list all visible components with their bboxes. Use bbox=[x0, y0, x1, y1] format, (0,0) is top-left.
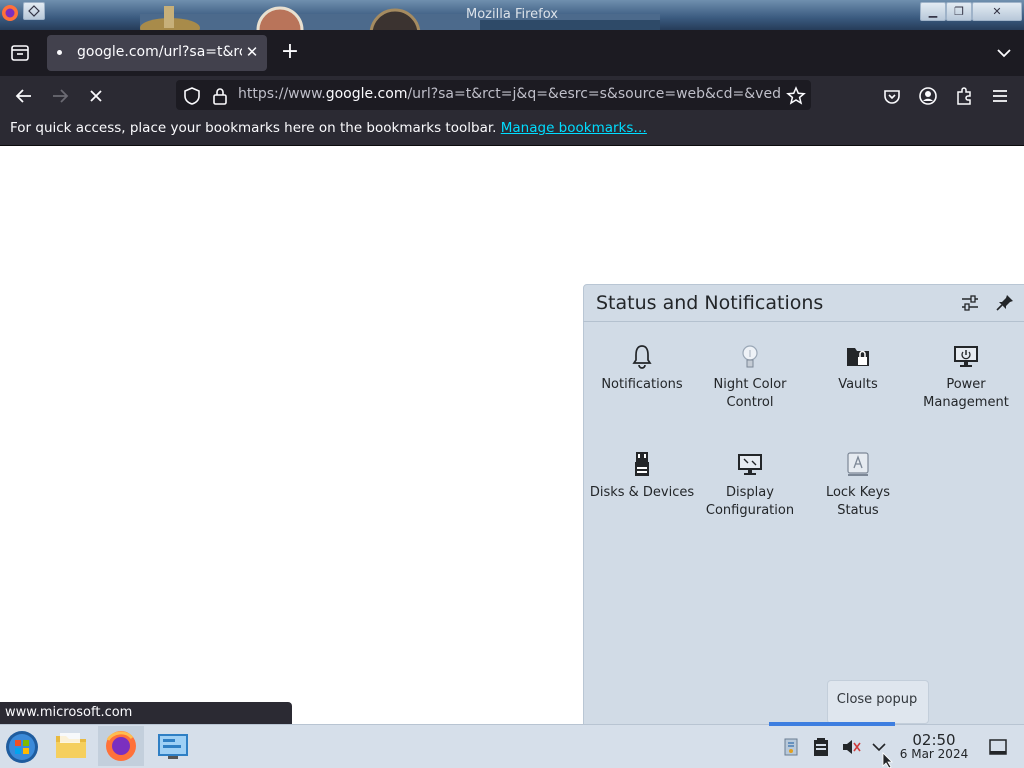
arrow-left-icon bbox=[15, 89, 31, 103]
plus-icon: + bbox=[280, 39, 300, 64]
window-title: Mozilla Firefox bbox=[466, 7, 558, 22]
stop-loading-button[interactable] bbox=[85, 85, 107, 107]
app-menu-button[interactable] bbox=[989, 85, 1011, 107]
tray-clipboard[interactable] bbox=[810, 736, 832, 758]
settings-monitor-icon bbox=[158, 734, 188, 759]
display-icon bbox=[736, 450, 764, 478]
mouse-cursor-icon bbox=[882, 752, 894, 768]
tab-close-button[interactable]: ✕ bbox=[241, 42, 263, 64]
tray-item-night-color[interactable]: Night Color Control bbox=[696, 342, 804, 412]
firefox-view-icon bbox=[11, 45, 29, 61]
bookmarks-toolbar-message: For quick access, place your bookmarks h… bbox=[10, 120, 647, 138]
star-icon bbox=[786, 86, 806, 105]
url-path: /url?sa=t&rct=j&q=&esrc=s&source=web&cd=… bbox=[407, 86, 781, 102]
tray-item-vaults[interactable]: Vaults bbox=[804, 342, 912, 394]
panel-title: Status and Notifications bbox=[596, 292, 824, 314]
tray-item-label: Disks & Devices bbox=[589, 485, 695, 500]
url-prefix: https://www. bbox=[238, 86, 326, 102]
minimize-icon: ▁ bbox=[928, 5, 938, 18]
firefox-view-button[interactable] bbox=[9, 42, 31, 64]
show-desktop-button[interactable] bbox=[987, 736, 1009, 758]
taskbar-firefox[interactable] bbox=[98, 726, 144, 766]
firefox-app-icon[interactable] bbox=[1, 2, 21, 22]
shield-icon bbox=[184, 87, 200, 105]
taskbar-file-manager[interactable] bbox=[48, 726, 94, 766]
tray-item-disks-devices[interactable]: Disks & Devices bbox=[588, 450, 696, 502]
new-tab-button[interactable]: + bbox=[279, 39, 301, 64]
hamburger-menu-icon bbox=[993, 90, 1007, 102]
clock-date[interactable]: 6 Mar 2024 bbox=[895, 747, 973, 761]
minimize-button[interactable]: ▁ bbox=[920, 2, 946, 21]
site-security-button[interactable] bbox=[209, 85, 231, 107]
forward-button[interactable] bbox=[49, 85, 71, 107]
stop-icon bbox=[90, 90, 102, 102]
tracking-protection-button[interactable] bbox=[181, 85, 203, 107]
pocket-button[interactable] bbox=[881, 85, 903, 107]
tray-item-label: Notifications bbox=[601, 377, 683, 392]
active-applet-indicator bbox=[769, 722, 895, 726]
bookmark-page-button[interactable] bbox=[785, 85, 807, 107]
taskbar-system-settings[interactable] bbox=[150, 726, 196, 766]
application-launcher-button[interactable] bbox=[0, 726, 46, 766]
usb-drive-icon bbox=[628, 450, 656, 478]
keep-above-button[interactable] bbox=[23, 2, 45, 20]
close-window-button[interactable]: ✕ bbox=[972, 2, 1022, 21]
lock-key-icon bbox=[844, 450, 872, 478]
tray-volume[interactable] bbox=[840, 736, 862, 758]
pin-icon bbox=[996, 295, 1013, 311]
tooltip-text: Close popup bbox=[836, 692, 918, 707]
window-titlebar[interactable]: Mozilla Firefox bbox=[0, 0, 1024, 30]
start-orb-icon bbox=[6, 731, 38, 763]
network-icon bbox=[784, 738, 798, 756]
firefox-icon bbox=[106, 731, 136, 761]
configure-system-tray-button[interactable] bbox=[958, 292, 982, 314]
status-url: www.microsoft.com bbox=[5, 705, 133, 720]
tray-item-label: Lock Keys Status bbox=[825, 485, 891, 518]
sliders-icon bbox=[962, 295, 978, 311]
pocket-icon bbox=[884, 90, 900, 104]
url-domain: google.com bbox=[325, 86, 408, 102]
puzzle-icon bbox=[957, 87, 971, 105]
pin-panel-button[interactable] bbox=[993, 292, 1017, 314]
close-icon: ✕ bbox=[245, 43, 259, 61]
tray-item-label: Vaults bbox=[838, 377, 878, 392]
close-icon: ✕ bbox=[992, 5, 1002, 18]
back-button[interactable] bbox=[13, 85, 35, 107]
tray-item-label: Power Management bbox=[923, 377, 1009, 410]
extensions-button[interactable] bbox=[953, 85, 975, 107]
tray-item-label: Night Color Control bbox=[713, 377, 787, 410]
tab-loading-dot-icon bbox=[57, 50, 62, 55]
tab-title: google.com/url?sa=t&rct bbox=[77, 44, 242, 60]
monitor-power-icon bbox=[952, 342, 980, 370]
list-all-tabs-button[interactable] bbox=[993, 42, 1015, 64]
clipboard-icon bbox=[814, 738, 828, 756]
bookmarks-hint-text: For quick access, place your bookmarks h… bbox=[10, 120, 497, 136]
volume-muted-icon bbox=[843, 740, 861, 754]
account-button[interactable] bbox=[917, 85, 939, 107]
tray-item-display-configuration[interactable]: Display Configuration bbox=[696, 450, 804, 520]
restore-icon: ❐ bbox=[954, 5, 964, 18]
tray-item-notifications[interactable]: Notifications bbox=[588, 342, 696, 394]
diamond-icon bbox=[28, 5, 40, 17]
manage-bookmarks-link[interactable]: Manage bookmarks… bbox=[501, 120, 647, 136]
lock-icon bbox=[213, 88, 227, 105]
folder-icon bbox=[56, 733, 86, 758]
tray-item-lock-keys-status[interactable]: Lock Keys Status bbox=[804, 450, 912, 520]
maximize-button[interactable]: ❐ bbox=[946, 2, 972, 21]
lightbulb-icon bbox=[736, 342, 764, 370]
arrow-right-icon bbox=[53, 89, 69, 103]
desktop-icon bbox=[989, 739, 1007, 755]
chevron-down-icon bbox=[997, 49, 1011, 58]
tray-network[interactable] bbox=[780, 736, 802, 758]
vault-lock-icon bbox=[844, 342, 872, 370]
url-text[interactable]: https://www.google.com/url?sa=t&rct=j&q=… bbox=[238, 86, 783, 104]
tray-item-power-management[interactable]: Power Management bbox=[912, 342, 1020, 412]
tray-item-label: Display Configuration bbox=[705, 485, 795, 518]
bell-icon bbox=[628, 342, 656, 370]
account-icon bbox=[919, 87, 937, 105]
